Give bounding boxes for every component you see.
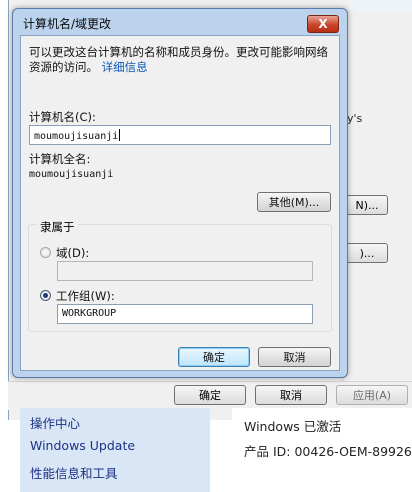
details-link[interactable]: 详细信息 [102, 60, 148, 74]
full-name-label: 计算机全名: [29, 152, 91, 166]
description-text: 可以更改这台计算机的名称和成员身份。更改可能影响网络资源的访问。 [29, 45, 328, 74]
background-apply-button[interactable]: 应用(A) [336, 385, 408, 405]
background-text-snippet: y's [347, 112, 363, 125]
more-button[interactable]: 其他(M)... [257, 192, 331, 212]
domain-radio[interactable] [40, 247, 51, 258]
domain-input[interactable] [57, 261, 313, 281]
network-id-button[interactable]: N)... [346, 195, 388, 215]
computer-name-dialog: 计算机名/域更改 X 可以更改这台计算机的名称和成员身份。更改可能影响网络资源的… [12, 8, 348, 378]
action-center-link[interactable]: 操作中心 [30, 413, 80, 432]
change-button[interactable]: )... [346, 243, 388, 263]
activation-status: Windows 已激活 [244, 419, 342, 434]
dialog-description: 可以更改这台计算机的名称和成员身份。更改可能影响网络资源的访问。 详细信息 [29, 45, 329, 75]
dialog-title: 计算机名/域更改 [23, 17, 112, 31]
dialog-body: 可以更改这台计算机的名称和成员身份。更改可能影响网络资源的访问。 详细信息 计算… [20, 35, 340, 371]
close-icon: X [318, 17, 328, 31]
windows-update-link[interactable]: Windows Update [30, 438, 135, 453]
performance-info-link[interactable]: 性能信息和工具 [30, 463, 118, 482]
computer-name-label: 计算机名(C): [29, 110, 96, 124]
workgroup-radio-label: 工作组(W): [56, 289, 115, 303]
background-ok-button[interactable]: 确定 [174, 385, 246, 405]
computer-name-value: moumoujisuanji [34, 131, 119, 142]
domain-radio-label: 域(D): [56, 246, 90, 260]
background-cancel-button[interactable]: 取消 [255, 385, 327, 405]
full-name-value: moumoujisuanji [29, 169, 114, 180]
close-button[interactable]: X [307, 15, 339, 33]
member-of-label: 隶属于 [37, 219, 78, 235]
workgroup-radio[interactable] [40, 290, 51, 301]
workgroup-input[interactable]: WORKGROUP [57, 304, 313, 324]
dialog-titlebar[interactable]: 计算机名/域更改 X [13, 9, 347, 35]
product-id: 产品 ID: 00426-OEM-8992662 [244, 444, 412, 459]
cancel-button[interactable]: 取消 [258, 347, 331, 367]
text-caret [119, 129, 121, 141]
computer-name-input[interactable]: moumoujisuanji [29, 125, 331, 145]
activation-panel: Windows 已激活 产品 ID: 00426-OEM-8992662 [232, 408, 412, 492]
control-panel-see-also: 操作中心 Windows Update 性能信息和工具 [20, 408, 210, 492]
ok-button[interactable]: 确定 [178, 347, 250, 367]
